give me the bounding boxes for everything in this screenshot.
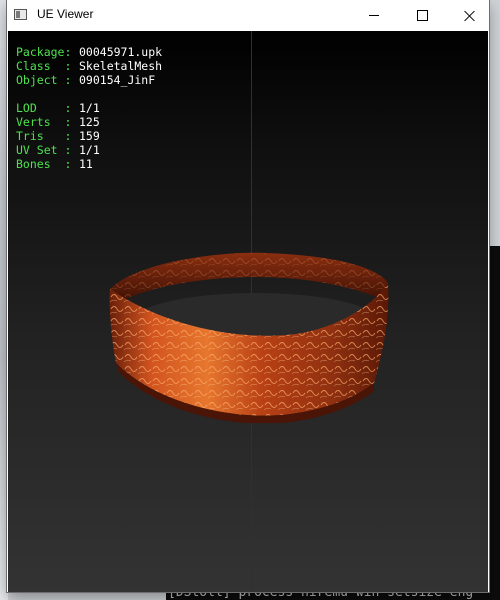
tris-value: 159 [79,129,100,143]
class-label: Class : [16,59,72,73]
close-button[interactable] [447,0,493,31]
package-label: Package: [16,45,72,59]
uvset-label: UV Set : [16,143,72,157]
info-row-uvset: UV Set : 1/1 [16,143,162,157]
window-app-icon[interactable] [14,9,27,20]
skeletal-mesh-model [109,252,389,423]
minimize-icon [369,15,379,16]
close-icon [464,10,476,22]
tris-label: Tris : [16,129,72,143]
info-row-tris: Tris : 159 [16,129,162,143]
ue-viewer-window: UE Viewer Package: 00045971.upk Class: … [7,0,489,592]
info-row-lod: LOD : 1/1 [16,101,162,115]
verts-value: 125 [79,115,100,129]
uvset-value: 1/1 [79,143,100,157]
object-label: Object : [16,73,72,87]
maximize-button[interactable] [399,0,445,31]
lod-value: 1/1 [79,101,100,115]
lod-label: LOD : [16,101,72,115]
class-value: SkeletalMesh [79,59,163,73]
title-bar[interactable]: UE Viewer [7,0,489,31]
3d-viewport[interactable]: Package: 00045971.upk Class : SkeletalMesh… [8,31,488,592]
info-row-bones: Bones : 11 [16,157,162,171]
package-value: 00045971.upk [79,45,163,59]
verts-label: Verts : [16,115,72,129]
minimize-button[interactable] [351,0,397,31]
info-row-object: Object : 090154_JinF [16,73,162,87]
window-title: UE Viewer [37,7,94,21]
object-value: 090154_JinF [79,73,156,87]
background-console-window [488,246,500,600]
info-row-package: Package: 00045971.upk [16,45,162,59]
mesh-info-overlay: Package: 00045971.upk Class : SkeletalMesh… [16,45,162,171]
bones-value: 11 [79,157,93,171]
bones-label: Bones : [16,157,72,171]
info-row-class: Class : SkeletalMesh [16,59,162,73]
maximize-icon [416,10,428,21]
info-row-verts: Verts : 125 [16,115,162,129]
